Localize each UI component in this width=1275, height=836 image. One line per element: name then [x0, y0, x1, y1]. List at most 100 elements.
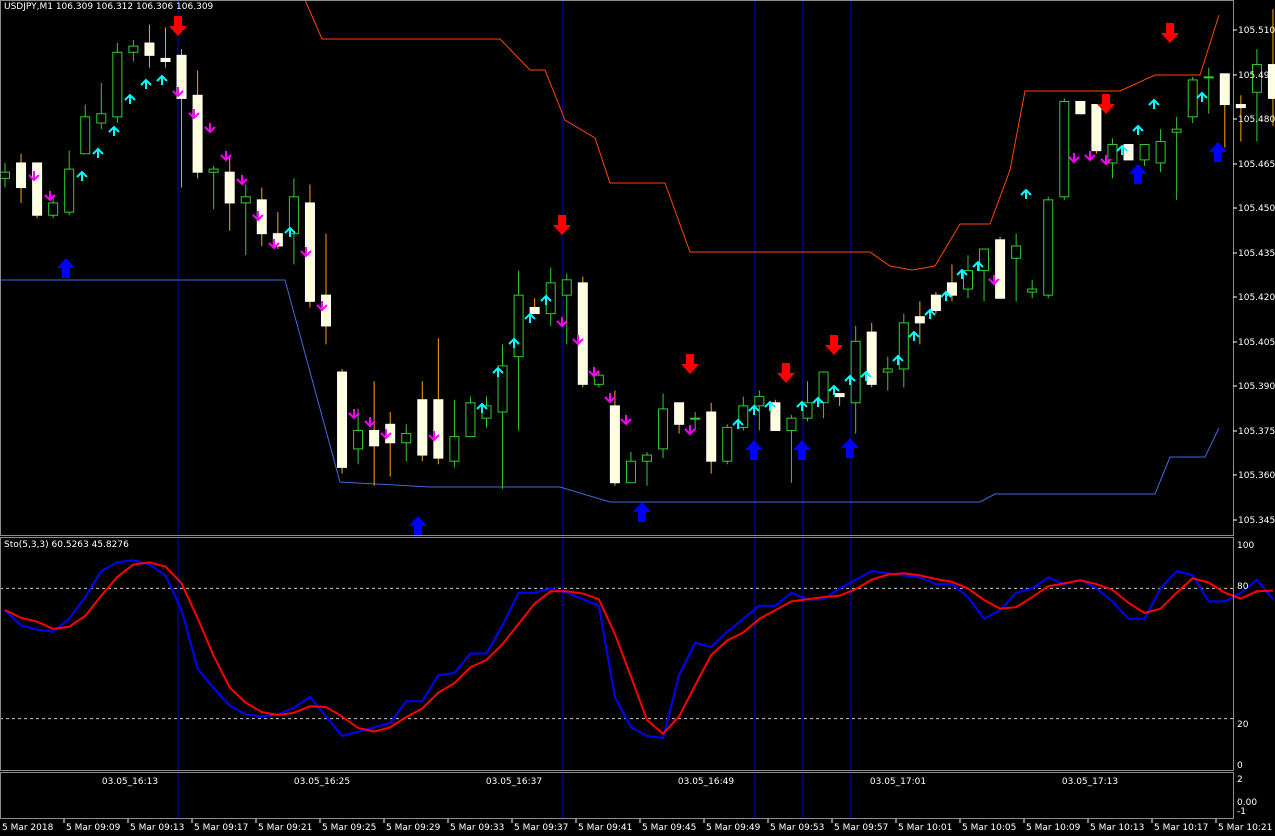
stochastic-chart[interactable]	[0, 537, 1275, 772]
session-time-label: 03.05_16:37	[486, 777, 542, 787]
buy-signal-arrow	[108, 125, 120, 136]
session-time-label: 03.05_17:01	[870, 777, 926, 787]
candle-body	[64, 168, 75, 213]
candle-body	[1043, 199, 1054, 296]
candle-body	[1155, 140, 1166, 164]
buy-signal-arrow	[124, 93, 136, 104]
sub-indicator-chart[interactable]: 03.05_16:13 03.05_16:25 03.05_16:37 03.05_1…	[0, 772, 1275, 820]
lower-band-line	[0, 279, 1220, 503]
candle-body	[754, 396, 765, 407]
candle-body	[0, 171, 10, 179]
big-buy-arrow	[633, 502, 651, 522]
price-chart-pane[interactable]: USDJPY,M1 106.309 106.312 106.306 106.30…	[0, 0, 1275, 536]
candle-body	[577, 282, 588, 385]
candle-body	[995, 239, 1006, 299]
time-axis-label: 5 Mar 10:01	[898, 823, 952, 833]
buy-signal-arrow	[908, 330, 920, 341]
buy-signal-arrow	[524, 312, 536, 323]
buy-signal-arrow	[924, 308, 936, 319]
candle-body	[1171, 128, 1182, 133]
sell-signal-arrow	[364, 417, 376, 428]
time-axis-label: 5 Mar 09:53	[770, 823, 824, 833]
big-buy-arrow	[793, 440, 811, 460]
candle-body	[658, 408, 669, 450]
stochastic-header: Sto(5,3,3) 60.5263 45.8276	[4, 540, 129, 550]
price-chart[interactable]	[0, 0, 1275, 536]
time-axis-label: 5 Mar 10:13	[1090, 823, 1144, 833]
time-axis-label: 5 Mar 10:05	[962, 823, 1016, 833]
big-sell-arrow	[1161, 23, 1179, 43]
candle-body	[818, 371, 829, 404]
session-time-label: 03.05_17:13	[1062, 777, 1118, 787]
big-sell-arrow	[681, 354, 699, 374]
candle-body	[337, 371, 348, 468]
candle-body	[1235, 104, 1246, 109]
sell-signal-arrow	[684, 425, 696, 436]
candle-body	[1139, 144, 1150, 161]
big-sell-arrow	[825, 335, 843, 355]
time-axis-label: 5 Mar 09:49	[706, 823, 761, 833]
stochastic-pane[interactable]: Sto(5,3,3) 60.5263 45.8276	[0, 537, 1274, 770]
candle-body	[642, 454, 652, 462]
big-sell-arrow	[553, 215, 571, 235]
time-axis-label: 5 Mar 09:45	[642, 823, 696, 833]
candle-body	[674, 402, 685, 425]
candle-body	[946, 282, 957, 296]
big-sell-arrow	[169, 16, 187, 36]
candle-body	[1075, 100, 1086, 115]
buy-signal-arrow	[748, 404, 760, 415]
sell-signal-arrow	[348, 409, 360, 420]
candle-body	[353, 429, 364, 450]
candle-body	[369, 429, 380, 447]
big-buy-arrow	[409, 516, 427, 536]
candle-body	[609, 405, 620, 484]
time-axis-label: 5 Mar 09:41	[578, 823, 632, 833]
candle-body	[433, 399, 444, 459]
candle-body	[1011, 245, 1022, 259]
big-buy-arrow	[841, 438, 859, 458]
time-axis-label: 5 Mar 09:33	[450, 823, 504, 833]
big-buy-arrow	[1129, 164, 1147, 184]
sell-signal-arrow	[1068, 153, 1080, 164]
big-buy-arrow	[745, 440, 763, 460]
candle-body	[625, 460, 636, 484]
candle-body	[208, 168, 219, 173]
stochastic-main-line	[4, 559, 1274, 740]
candle-body	[32, 162, 43, 216]
sell-signal-arrow	[556, 317, 568, 328]
candle-body	[1059, 100, 1070, 198]
buy-signal-arrow	[140, 78, 152, 89]
candle-body	[96, 113, 107, 124]
candle-body	[770, 402, 781, 431]
candle-body	[866, 331, 877, 385]
symbol-header: USDJPY,M1 106.309 106.312 106.306 106.30…	[4, 2, 214, 12]
session-time-label: 03.05_16:13	[102, 777, 158, 787]
candle-body	[144, 42, 155, 56]
candle-body	[529, 306, 540, 315]
candle-body	[401, 433, 412, 444]
time-axis-label: 5 Mar 10:09	[1026, 823, 1081, 833]
candle-body	[1187, 79, 1198, 118]
candle-body	[850, 340, 861, 404]
candle-body	[417, 399, 428, 456]
upper-band-line	[304, 0, 1220, 271]
candle-body	[979, 248, 990, 272]
time-axis-label: 5 Mar 09:13	[130, 823, 184, 833]
sub-indicator-pane[interactable]: 03.05_16:13 03.05_16:25 03.05_16:37 03.05_1…	[0, 772, 1233, 818]
time-axis-label: 5 Mar 09:25	[322, 823, 376, 833]
buy-signal-arrow	[1196, 91, 1208, 102]
candle-body	[722, 426, 733, 462]
candle-body	[1219, 73, 1230, 106]
buy-signal-arrow	[1132, 124, 1144, 135]
time-axis-label: 5 Mar 2018	[2, 823, 54, 833]
candle-body	[706, 411, 717, 462]
candle-body	[1251, 64, 1262, 93]
candle-body	[1027, 288, 1038, 293]
candle-body	[898, 322, 909, 370]
candle-body	[1091, 104, 1102, 152]
candle-body	[224, 171, 235, 204]
buy-signal-arrow	[1148, 98, 1160, 109]
sell-signal-arrow	[620, 415, 632, 426]
candle-body	[1203, 76, 1214, 79]
candle-body	[513, 294, 524, 358]
